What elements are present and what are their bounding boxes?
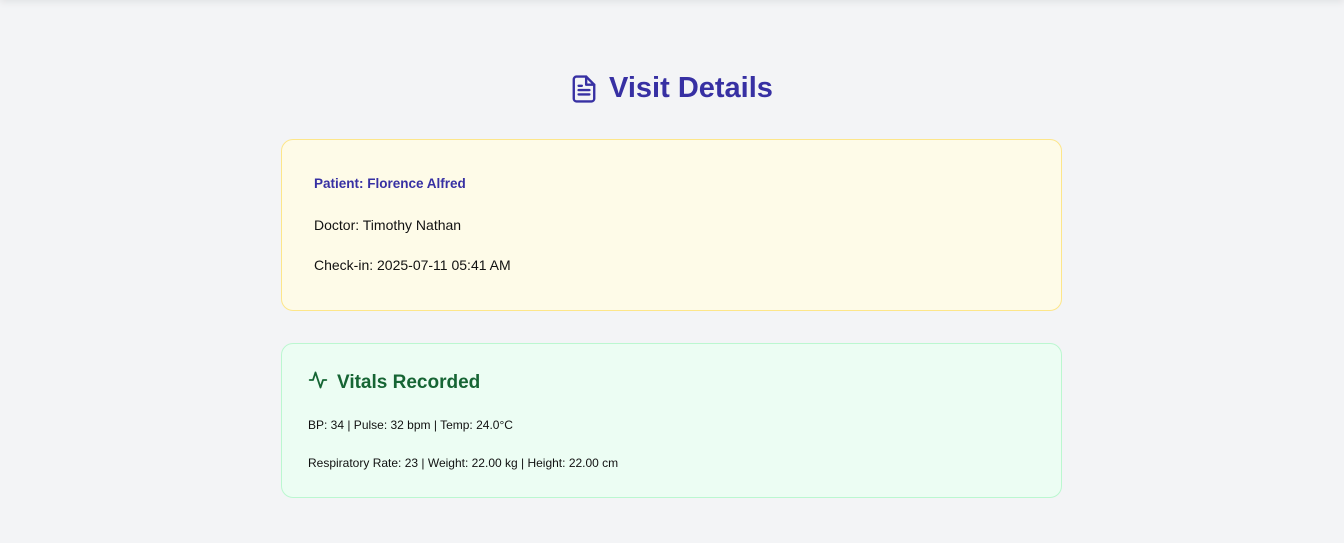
document-icon xyxy=(571,74,597,103)
page-title-text: Visit Details xyxy=(609,72,773,104)
checkin-time: Check-in: 2025-07-11 05:41 AM xyxy=(314,257,511,273)
page-title: Visit Details xyxy=(0,72,1344,105)
vitals-line-primary: BP: 34 | Pulse: 32 bpm | Temp: 24.0°C xyxy=(308,418,513,432)
visit-info-card: Patient: Florence Alfred Doctor: Timothy… xyxy=(281,139,1062,311)
vitals-heading: Vitals Recorded xyxy=(308,370,1035,396)
activity-pulse-icon xyxy=(308,370,328,396)
vitals-title: Vitals Recorded xyxy=(337,372,481,393)
vitals-line-secondary: Respiratory Rate: 23 | Weight: 22.00 kg … xyxy=(308,456,619,470)
vitals-card: Vitals Recorded BP: 34 | Pulse: 32 bpm |… xyxy=(281,343,1062,498)
doctor-name: Doctor: Timothy Nathan xyxy=(314,217,462,233)
patient-name: Patient: Florence Alfred xyxy=(314,176,466,191)
